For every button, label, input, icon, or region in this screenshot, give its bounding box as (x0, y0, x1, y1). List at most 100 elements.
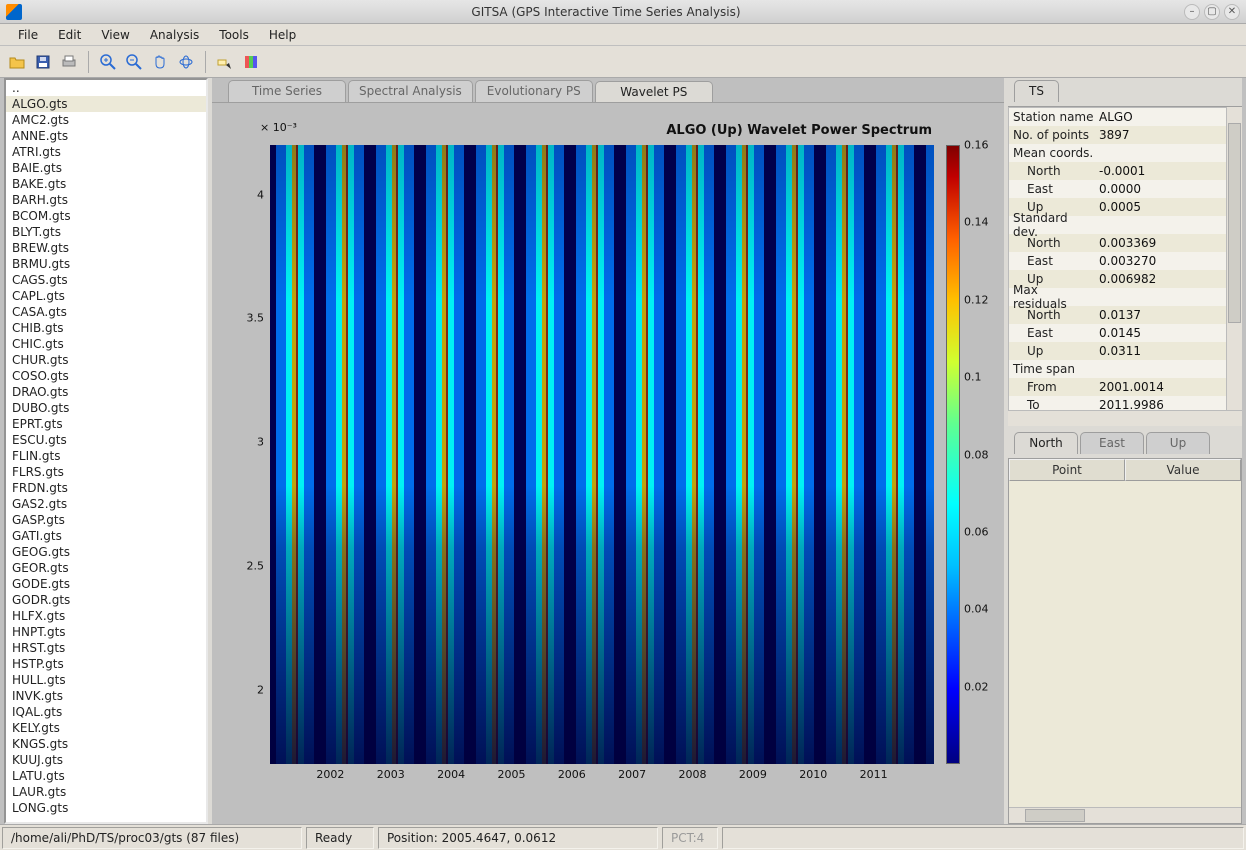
file-list-item[interactable]: GEOR.gts (6, 560, 206, 576)
neu-tab-up[interactable]: Up (1146, 432, 1210, 454)
tab-ts[interactable]: TS (1014, 80, 1059, 102)
file-list-item[interactable]: BREW.gts (6, 240, 206, 256)
info-label: East (1009, 254, 1095, 268)
y-axis-exponent: × 10⁻³ (260, 121, 297, 134)
file-list-item[interactable]: FRDN.gts (6, 480, 206, 496)
point-value-body[interactable] (1009, 481, 1241, 807)
plot-tab-wavelet-ps[interactable]: Wavelet PS (595, 81, 713, 103)
file-list-item[interactable]: CASA.gts (6, 304, 206, 320)
minimize-button[interactable]: – (1184, 4, 1200, 20)
plot-tab-spectral-analysis[interactable]: Spectral Analysis (348, 80, 473, 102)
colorbar-tick: 0.12 (964, 293, 989, 306)
file-list-item[interactable]: GASP.gts (6, 512, 206, 528)
close-button[interactable]: ✕ (1224, 4, 1240, 20)
column-header-point[interactable]: Point (1009, 459, 1125, 481)
file-list-item[interactable]: BCOM.gts (6, 208, 206, 224)
file-list-item[interactable]: CAGS.gts (6, 272, 206, 288)
info-row: North0.003369 (1009, 234, 1241, 252)
open-button[interactable] (6, 51, 28, 73)
column-header-value[interactable]: Value (1125, 459, 1241, 481)
file-list-item[interactable]: ATRI.gts (6, 144, 206, 160)
station-info-table[interactable]: Station nameALGONo. of points3897Mean co… (1008, 107, 1242, 426)
neu-tab-east[interactable]: East (1080, 432, 1144, 454)
neu-tab-north[interactable]: North (1014, 432, 1078, 454)
file-list-item[interactable]: HRST.gts (6, 640, 206, 656)
menu-tools[interactable]: Tools (209, 26, 259, 44)
info-row: East0.0000 (1009, 180, 1241, 198)
file-list-item[interactable]: ANNE.gts (6, 128, 206, 144)
maximize-button[interactable]: ▢ (1204, 4, 1220, 20)
file-list-item[interactable]: HLFX.gts (6, 608, 206, 624)
file-list-item[interactable]: GODE.gts (6, 576, 206, 592)
info-value: 0.003270 (1095, 254, 1241, 268)
file-list[interactable]: ..ALGO.gtsAMC2.gtsANNE.gtsATRI.gtsBAIE.g… (4, 78, 208, 824)
file-list-item[interactable]: CAPL.gts (6, 288, 206, 304)
file-list-item[interactable]: KUUJ.gts (6, 752, 206, 768)
file-list-item[interactable]: GATI.gts (6, 528, 206, 544)
file-list-item[interactable]: BAKE.gts (6, 176, 206, 192)
info-value: 0.0137 (1095, 308, 1241, 322)
file-list-item[interactable]: AMC2.gts (6, 112, 206, 128)
wavelet-heatmap[interactable] (270, 145, 934, 764)
floppy-icon (36, 55, 50, 69)
file-list-item[interactable]: DUBO.gts (6, 400, 206, 416)
menu-file[interactable]: File (8, 26, 48, 44)
menu-edit[interactable]: Edit (48, 26, 91, 44)
file-list-item[interactable]: GODR.gts (6, 592, 206, 608)
rotate-button[interactable] (175, 51, 197, 73)
file-list-item[interactable]: KELY.gts (6, 720, 206, 736)
info-value: -0.0001 (1095, 164, 1241, 178)
info-vertical-scrollbar[interactable] (1226, 107, 1242, 410)
print-button[interactable] (58, 51, 80, 73)
plot-tab-time-series[interactable]: Time Series (228, 80, 346, 102)
file-list-item[interactable]: LONG.gts (6, 800, 206, 816)
file-list-item[interactable]: IQAL.gts (6, 704, 206, 720)
window-titlebar: GITSA (GPS Interactive Time Series Analy… (0, 0, 1246, 24)
file-list-item[interactable]: ESCU.gts (6, 432, 206, 448)
info-row: Time span (1009, 360, 1241, 378)
file-list-item[interactable]: GEOG.gts (6, 544, 206, 560)
toolbar (0, 46, 1246, 78)
file-list-item[interactable]: FLRS.gts (6, 464, 206, 480)
colorbar-tick: 0.14 (964, 216, 989, 229)
file-list-item[interactable]: BARH.gts (6, 192, 206, 208)
info-row: From2001.0014 (1009, 378, 1241, 396)
file-list-item[interactable]: EPRT.gts (6, 416, 206, 432)
file-list-item[interactable]: HULL.gts (6, 672, 206, 688)
file-list-item[interactable]: CHIC.gts (6, 336, 206, 352)
file-list-item[interactable]: CHIB.gts (6, 320, 206, 336)
file-list-item[interactable]: CHUR.gts (6, 352, 206, 368)
file-list-item[interactable]: DRAO.gts (6, 384, 206, 400)
colorbar-button[interactable] (240, 51, 262, 73)
zoom-in-button[interactable] (97, 51, 119, 73)
file-list-item[interactable]: BRMU.gts (6, 256, 206, 272)
file-list-item[interactable]: COSO.gts (6, 368, 206, 384)
info-horizontal-scrollbar[interactable] (1008, 410, 1242, 426)
file-list-item[interactable]: FLIN.gts (6, 448, 206, 464)
save-button[interactable] (32, 51, 54, 73)
info-value: 0.0145 (1095, 326, 1241, 340)
file-list-item[interactable]: GAS2.gts (6, 496, 206, 512)
point-table-scrollbar[interactable] (1009, 807, 1241, 823)
file-list-item[interactable]: HNPT.gts (6, 624, 206, 640)
file-list-item[interactable]: LAUR.gts (6, 784, 206, 800)
file-list-item[interactable]: BLYT.gts (6, 224, 206, 240)
plot-area[interactable]: × 10⁻³ ALGO (Up) Wavelet Power Spectrum … (212, 102, 1004, 824)
menu-analysis[interactable]: Analysis (140, 26, 209, 44)
menu-help[interactable]: Help (259, 26, 306, 44)
zoom-out-button[interactable] (123, 51, 145, 73)
pan-button[interactable] (149, 51, 171, 73)
info-label: East (1009, 326, 1095, 340)
plot-tab-evolutionary-ps[interactable]: Evolutionary PS (475, 80, 593, 102)
file-list-item[interactable]: HSTP.gts (6, 656, 206, 672)
file-list-item[interactable]: KNGS.gts (6, 736, 206, 752)
data-cursor-button[interactable] (214, 51, 236, 73)
file-list-item[interactable]: INVK.gts (6, 688, 206, 704)
colorbar-tick: 0.06 (964, 525, 989, 538)
menu-view[interactable]: View (91, 26, 139, 44)
file-list-item[interactable]: .. (6, 80, 206, 96)
file-list-item[interactable]: ALGO.gts (6, 96, 206, 112)
hand-icon (152, 54, 168, 70)
file-list-item[interactable]: LATU.gts (6, 768, 206, 784)
file-list-item[interactable]: BAIE.gts (6, 160, 206, 176)
